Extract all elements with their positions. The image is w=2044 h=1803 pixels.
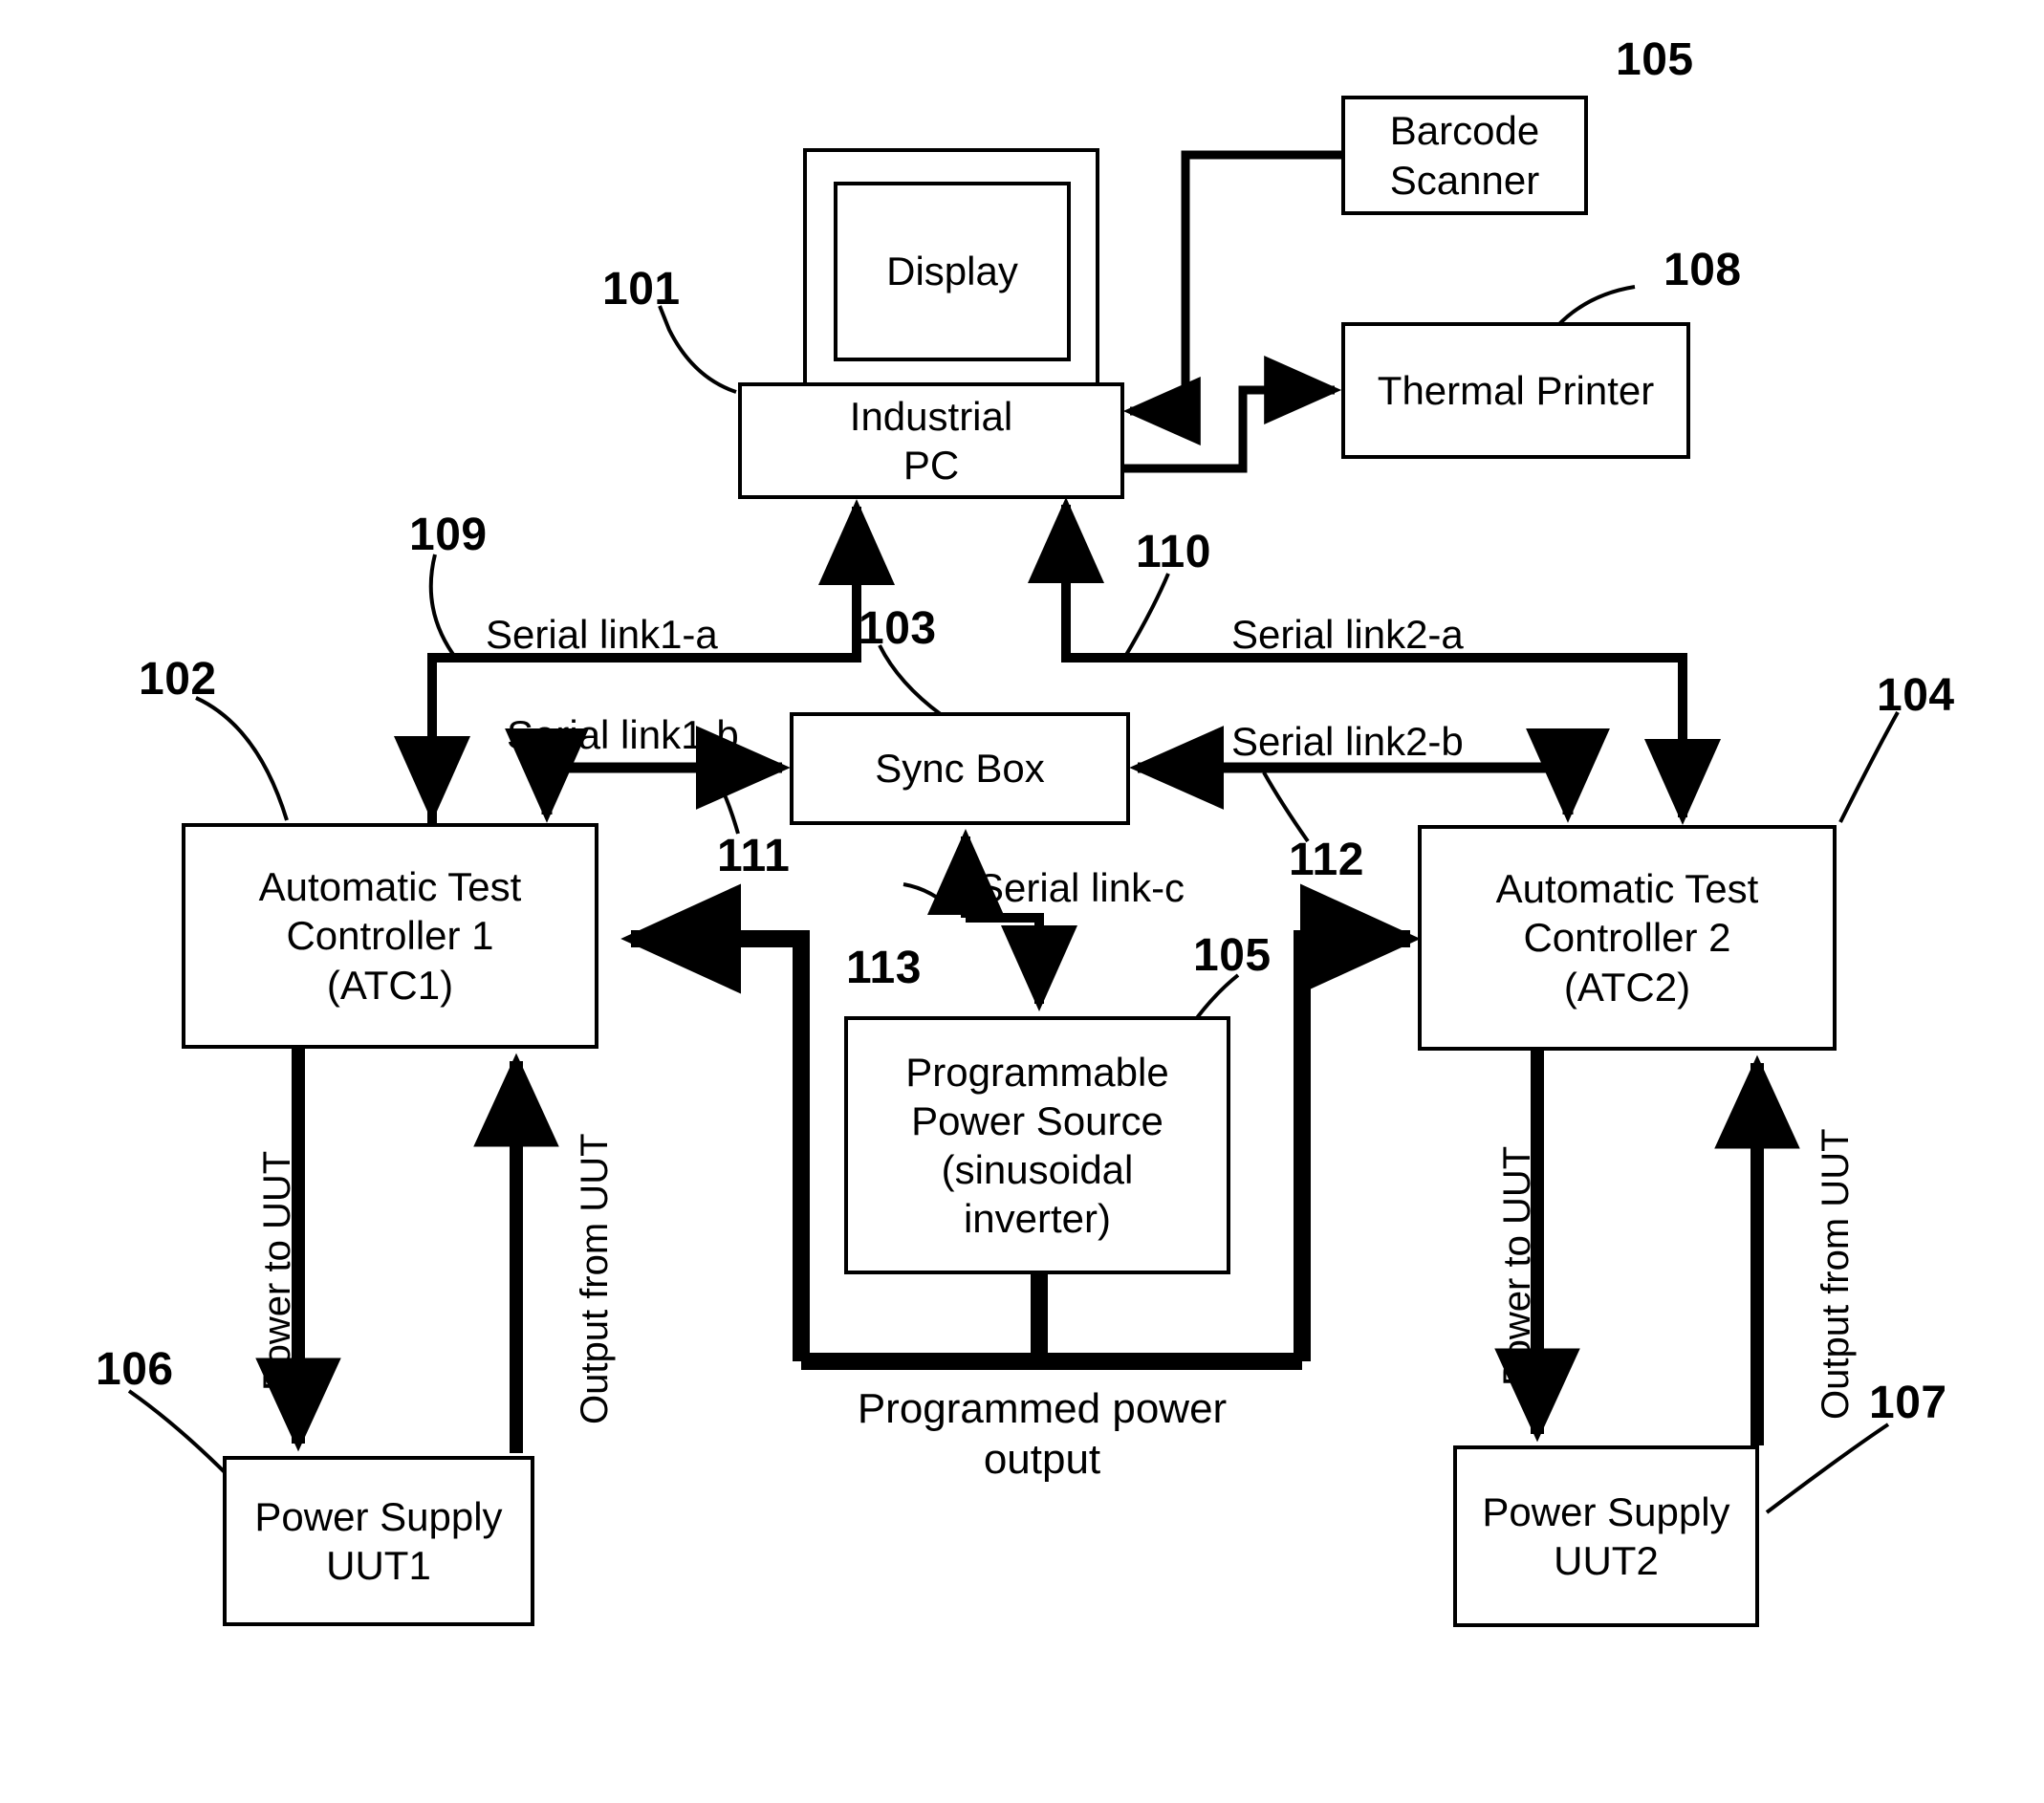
label-power-to-uut-right: Power to UUT [1496, 1145, 1538, 1386]
refnum-113: 113 [846, 943, 922, 993]
wire-serial-link2b [1129, 726, 1610, 823]
sync-box-label: Sync Box [875, 746, 1045, 792]
atc1-box[interactable]: Automatic Test Controller 1 (ATC1) [182, 823, 598, 1049]
industrial-pc-box[interactable]: Industrial PC [738, 382, 1124, 499]
label-power-to-uut-left: Power to UUT [256, 1150, 298, 1391]
power-supply-uut2-label: Power Supply UUT2 [1482, 1488, 1730, 1583]
label-programmed-power-output: Programmed power output [857, 1385, 1228, 1483]
label-serial-linkc: Serial link-c [977, 865, 1185, 910]
label-serial-link1b: Serial link1-b [507, 712, 739, 757]
refnum-107: 107 [1869, 1378, 1947, 1428]
refnum-106: 106 [96, 1344, 174, 1395]
label-output-from-uut-left: Output from UUT [574, 1133, 616, 1424]
refnum-112: 112 [1289, 835, 1364, 885]
power-supply-uut2-box[interactable]: Power Supply UUT2 [1453, 1445, 1759, 1627]
refnum-111: 111 [717, 831, 791, 881]
wire-barcode-to-pc [1122, 150, 1341, 445]
refnum-104: 104 [1877, 670, 1955, 721]
programmable-power-source-box[interactable]: Programmable Power Source (sinusoidal in… [844, 1016, 1230, 1274]
programmable-power-source-label: Programmable Power Source (sinusoidal in… [905, 1049, 1169, 1242]
thermal-printer-label: Thermal Printer [1377, 367, 1655, 413]
label-serial-link2a: Serial link2-a [1231, 612, 1464, 657]
wire-serial-link1b [505, 726, 791, 823]
barcode-scanner-label: Barcode Scanner [1389, 108, 1540, 203]
wire-serial-linkc [927, 828, 1077, 1012]
refnum-102: 102 [139, 654, 217, 705]
refnum-109: 109 [409, 510, 488, 560]
thermal-printer-box[interactable]: Thermal Printer [1341, 322, 1690, 459]
label-serial-link2b: Serial link2-b [1231, 719, 1464, 764]
atc2-box[interactable]: Automatic Test Controller 2 (ATC2) [1418, 825, 1837, 1051]
power-supply-uut1-label: Power Supply UUT1 [254, 1493, 503, 1588]
display-screen: Display [834, 182, 1071, 361]
power-supply-uut1-box[interactable]: Power Supply UUT1 [223, 1456, 534, 1626]
refnum-108: 108 [1663, 245, 1742, 295]
label-output-from-uut-right: Output from UUT [1815, 1128, 1857, 1420]
refnum-110: 110 [1136, 527, 1211, 577]
atc1-label: Automatic Test Controller 1 (ATC1) [258, 864, 522, 1008]
label-serial-link1a: Serial link1-a [486, 612, 718, 657]
refnum-105-pps: 105 [1193, 930, 1272, 981]
refnum-103: 103 [859, 603, 937, 654]
refnum-101: 101 [602, 264, 681, 315]
patent-figure-canvas: Display Industrial PC Barcode Scanner Th… [0, 0, 2044, 1803]
sync-box[interactable]: Sync Box [790, 712, 1130, 825]
industrial-pc-label: Industrial PC [849, 393, 1013, 488]
wire-pc-to-printer [1123, 356, 1342, 473]
atc2-label: Automatic Test Controller 2 (ATC2) [1495, 866, 1759, 1010]
display-label: Display [886, 249, 1018, 293]
barcode-scanner-box[interactable]: Barcode Scanner [1341, 96, 1588, 215]
refnum-105-barcode: 105 [1616, 34, 1694, 85]
